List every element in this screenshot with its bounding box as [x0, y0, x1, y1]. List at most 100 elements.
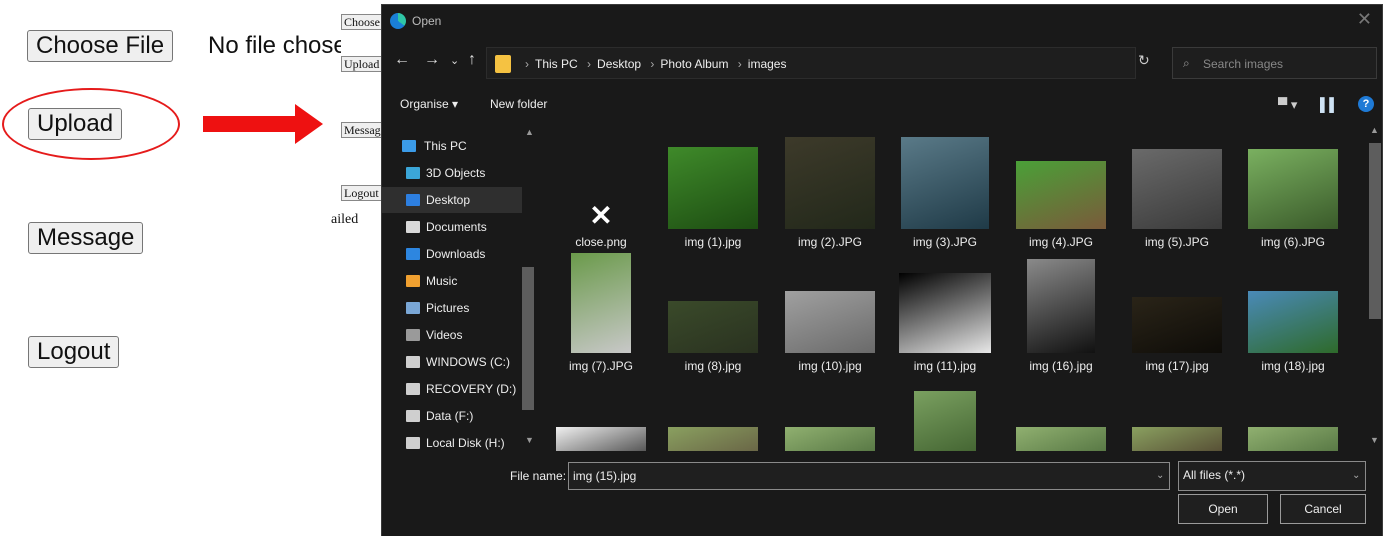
image-thumbnail [571, 253, 631, 353]
file-item[interactable]: img (6).JPG [1238, 123, 1348, 249]
scroll-down-icon[interactable]: ▼ [525, 435, 534, 445]
file-type-dropdown-icon[interactable]: ⌄ [1352, 470, 1360, 481]
files-scroll-down-icon[interactable]: ▼ [1370, 435, 1379, 445]
sidebar-item-documents[interactable]: Documents [382, 214, 522, 240]
red-arrow-head [295, 104, 323, 144]
cancel-button[interactable]: Cancel [1280, 494, 1366, 524]
file-item[interactable]: img (18).jpg [1238, 247, 1348, 373]
file-item[interactable] [1238, 375, 1348, 451]
sidebar-item-label: 3D Objects [426, 166, 486, 180]
mini-message-button[interactable]: Message [341, 122, 385, 138]
files-scroll-up-icon[interactable]: ▲ [1370, 125, 1379, 135]
file-item[interactable]: img (11).jpg [890, 247, 1000, 373]
file-name-dropdown-icon[interactable]: ⌄ [1156, 470, 1164, 481]
sidebar-item-this-pc[interactable]: This PC [382, 133, 522, 159]
sidebar-item-label: Videos [426, 328, 463, 342]
close-icon[interactable]: ✕ [1357, 9, 1372, 30]
sidebar-item-local-disk-h[interactable]: Local Disk (H:) [382, 430, 522, 451]
image-thumbnail [785, 137, 875, 229]
sidebar-item-data-f[interactable]: Data (F:) [382, 403, 522, 429]
image-thumbnail [914, 391, 976, 451]
file-item[interactable]: img (8).jpg [658, 247, 768, 373]
file-item[interactable]: img (3).JPG [890, 123, 1000, 249]
file-item[interactable]: img (7).JPG [546, 247, 656, 373]
help-icon[interactable]: ? [1358, 96, 1374, 112]
file-name: img (7).JPG [568, 359, 633, 373]
breadcrumb-images[interactable]: images [748, 57, 787, 71]
drive-c-icon [406, 356, 420, 368]
open-dialog: Open ✕ ← → ⌄ ↑ › This PC › Desktop › Photo … [381, 4, 1383, 536]
file-item[interactable] [1122, 375, 1232, 451]
sidebar-item-recovery-d[interactable]: RECOVERY (D:) [382, 376, 522, 402]
dialog-footer: File name: img (15).jpg ⌄ All files (*.*… [382, 451, 1382, 536]
back-arrow-icon[interactable]: ← [394, 51, 410, 69]
videos-icon [406, 329, 420, 341]
file-name: img (16).jpg [1029, 359, 1093, 373]
download-icon [406, 248, 420, 260]
open-button[interactable]: Open [1178, 494, 1268, 524]
file-item[interactable] [775, 375, 885, 451]
red-arrow [203, 116, 297, 132]
search-box[interactable]: ⌕ Search images [1172, 47, 1377, 79]
sidebar-scrollbar-thumb[interactable] [522, 267, 534, 410]
sidebar-item-3d-objects[interactable]: 3D Objects [382, 160, 522, 186]
image-thumbnail [899, 273, 991, 353]
sidebar-item-pictures[interactable]: Pictures [382, 295, 522, 321]
file-name: img (17).jpg [1145, 359, 1209, 373]
view-options-icon[interactable]: ▀ ▾ [1278, 97, 1297, 113]
file-item[interactable] [658, 375, 768, 451]
file-item[interactable]: img (17).jpg [1122, 247, 1232, 373]
x-icon: ✕ [589, 200, 613, 231]
file-name: img (8).jpg [684, 359, 742, 373]
sidebar-item-label: Downloads [426, 247, 486, 261]
image-thumbnail [1248, 149, 1338, 229]
address-bar[interactable]: ›This PC ›Desktop ›Photo Album ›images ⌄ [486, 47, 1232, 79]
sidebar-item-desktop[interactable]: Desktop [382, 187, 522, 213]
file-item[interactable]: img (10).jpg [775, 247, 885, 373]
file-item[interactable]: ✕ close.png [546, 123, 656, 250]
file-list: ✕ close.png img (1).jpg img (2).JPG img (3).… [546, 123, 1366, 451]
up-arrow-icon[interactable]: ↑ [468, 51, 476, 69]
breadcrumb-desktop[interactable]: Desktop [597, 57, 641, 71]
mini-upload-button[interactable]: Upload [341, 56, 385, 72]
sidebar-item-music[interactable]: Music [382, 268, 522, 294]
document-icon [406, 221, 420, 233]
files-scrollbar-thumb[interactable] [1369, 143, 1381, 319]
logout-button[interactable]: Logout [28, 336, 120, 368]
sidebar-item-videos[interactable]: Videos [382, 322, 522, 348]
file-item[interactable]: img (2).JPG [775, 123, 885, 249]
file-item[interactable] [1006, 375, 1116, 451]
image-thumbnail [1132, 297, 1222, 353]
recent-locations-icon[interactable]: ⌄ [450, 54, 459, 67]
scroll-up-icon[interactable]: ▲ [525, 127, 534, 137]
file-item[interactable] [890, 375, 1000, 451]
refresh-icon[interactable]: ↻ [1138, 52, 1150, 69]
new-folder-button[interactable]: New folder [490, 97, 547, 111]
file-item[interactable]: img (1).jpg [658, 123, 768, 249]
file-item[interactable]: img (5).JPG [1122, 123, 1232, 249]
breadcrumb-this-pc[interactable]: This PC [535, 57, 578, 71]
file-item[interactable]: img (4).JPG [1006, 123, 1116, 249]
folder-icon [495, 55, 511, 73]
organise-menu[interactable]: Organise ▾ [400, 97, 458, 111]
dialog-title: Open [412, 14, 442, 28]
breadcrumb-photo-album[interactable]: Photo Album [660, 57, 728, 71]
mini-logout-button[interactable]: Logout [341, 185, 385, 201]
image-thumbnail [1027, 259, 1095, 353]
highlight-oval [2, 88, 180, 160]
sidebar-item-label: This PC [424, 139, 467, 153]
file-name: img (18).jpg [1261, 359, 1325, 373]
file-name-input[interactable]: img (15).jpg [568, 462, 1170, 490]
pictures-icon [406, 302, 420, 314]
file-type-select[interactable]: All files (*.*) [1178, 461, 1366, 491]
sidebar-item-windows-c[interactable]: WINDOWS (C:) [382, 349, 522, 375]
preview-pane-icon[interactable]: ▌▌ [1320, 97, 1338, 112]
file-item[interactable]: img (16).jpg [1006, 247, 1116, 373]
forward-arrow-icon[interactable]: → [424, 51, 440, 69]
choose-file-button[interactable]: Choose File [27, 30, 174, 62]
desktop-icon [406, 194, 420, 206]
sidebar-item-downloads[interactable]: Downloads [382, 241, 522, 267]
mini-choose-button[interactable]: Choose [341, 14, 385, 30]
file-item[interactable] [546, 375, 656, 451]
message-button[interactable]: Message [28, 222, 144, 254]
